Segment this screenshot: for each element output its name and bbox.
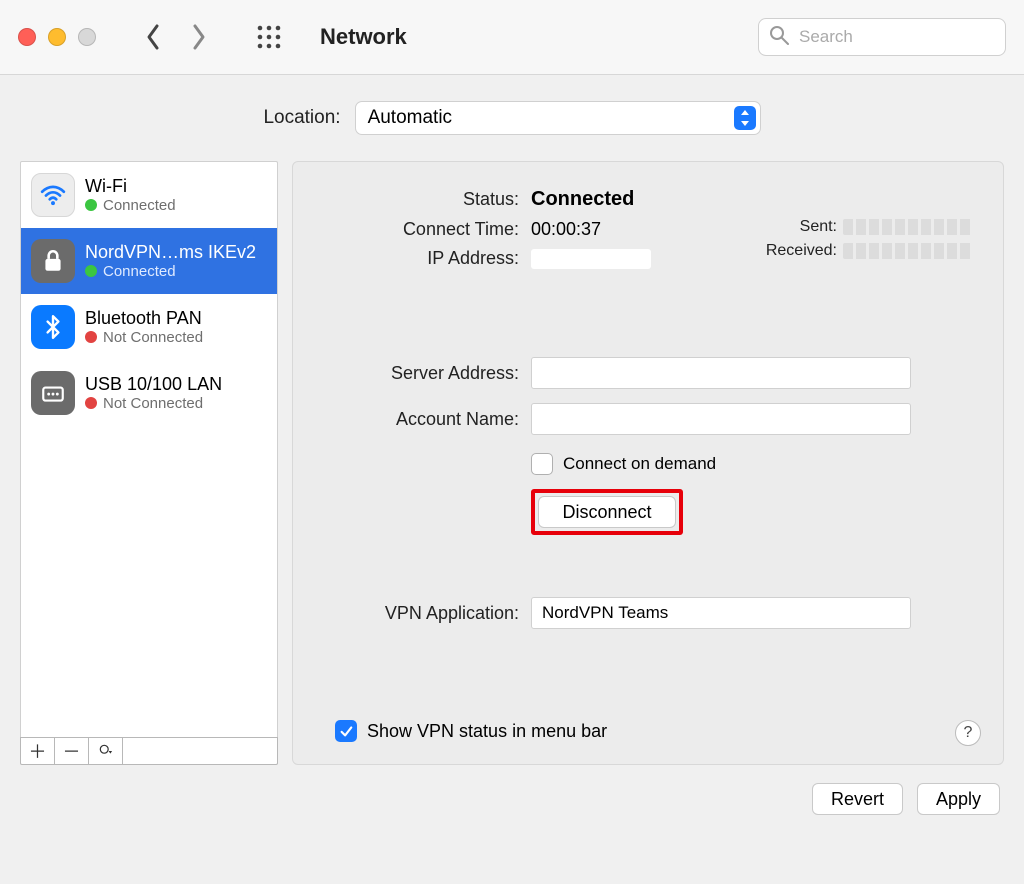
disconnect-button[interactable]: Disconnect bbox=[538, 496, 676, 528]
apply-button[interactable]: Apply bbox=[917, 783, 1000, 815]
window-title: Network bbox=[320, 24, 407, 50]
interfaces-list: Wi-Fi Connected NordVPN…ms IKEv2 Conne bbox=[20, 161, 278, 737]
location-value: Automatic bbox=[368, 107, 452, 129]
interface-name: Bluetooth PAN bbox=[85, 308, 203, 329]
ip-address-value bbox=[531, 249, 651, 269]
status-dot-icon bbox=[85, 199, 97, 211]
interface-row-bluetooth[interactable]: Bluetooth PAN Not Connected bbox=[21, 294, 277, 360]
search-field[interactable] bbox=[758, 18, 1006, 56]
interface-status: Connected bbox=[85, 263, 256, 280]
bottom-buttons: Revert Apply bbox=[0, 765, 1024, 815]
select-arrows-icon bbox=[734, 106, 756, 130]
received-bars-icon bbox=[843, 243, 973, 259]
remove-interface-button[interactable]: － bbox=[55, 738, 89, 764]
wifi-icon bbox=[31, 173, 75, 217]
bluetooth-icon bbox=[31, 305, 75, 349]
interface-status: Not Connected bbox=[85, 395, 222, 412]
back-button[interactable] bbox=[144, 23, 162, 51]
interface-row-wifi[interactable]: Wi-Fi Connected bbox=[21, 162, 277, 228]
interface-name: Wi-Fi bbox=[85, 176, 176, 197]
sent-bars-icon bbox=[843, 219, 973, 235]
interface-name: USB 10/100 LAN bbox=[85, 374, 222, 395]
connect-on-demand-label: Connect on demand bbox=[563, 454, 716, 474]
vpn-application-label: VPN Application: bbox=[323, 603, 531, 624]
window-close-button[interactable] bbox=[18, 28, 36, 46]
account-name-label: Account Name: bbox=[323, 409, 531, 430]
interface-row-vpn[interactable]: NordVPN…ms IKEv2 Connected bbox=[21, 228, 277, 294]
show-vpn-status-label: Show VPN status in menu bar bbox=[367, 721, 607, 742]
traffic-lights bbox=[18, 28, 96, 46]
show-status-row: Show VPN status in menu bar bbox=[335, 720, 607, 742]
nav-arrows bbox=[144, 23, 208, 51]
interface-name: NordVPN…ms IKEv2 bbox=[85, 242, 256, 263]
details-panel: Status: Connected Connect Time: 00:00:37… bbox=[292, 161, 1004, 765]
status-dot-icon bbox=[85, 331, 97, 343]
status-label: Status: bbox=[323, 189, 531, 210]
server-address-label: Server Address: bbox=[323, 363, 531, 384]
location-label: Location: bbox=[263, 107, 340, 129]
window-minimize-button[interactable] bbox=[48, 28, 66, 46]
revert-button[interactable]: Revert bbox=[812, 783, 903, 815]
sidebar-toolbar: ＋ － bbox=[20, 737, 278, 765]
show-all-icon[interactable] bbox=[256, 24, 282, 50]
connect-on-demand-checkbox[interactable] bbox=[531, 453, 553, 475]
lock-icon bbox=[31, 239, 75, 283]
interfaces-sidebar: Wi-Fi Connected NordVPN…ms IKEv2 Conne bbox=[20, 161, 278, 765]
search-input[interactable] bbox=[797, 26, 995, 48]
interface-status: Connected bbox=[85, 197, 176, 214]
traffic-stats: Sent: Received: bbox=[766, 218, 973, 260]
window-zoom-button[interactable] bbox=[78, 28, 96, 46]
status-dot-icon bbox=[85, 397, 97, 409]
status-value: Connected bbox=[531, 188, 634, 211]
help-button[interactable]: ? bbox=[955, 720, 981, 746]
received-label: Received: bbox=[766, 242, 837, 260]
vpn-application-field[interactable]: NordVPN Teams bbox=[531, 597, 911, 629]
add-interface-button[interactable]: ＋ bbox=[21, 738, 55, 764]
interface-status: Not Connected bbox=[85, 329, 203, 346]
location-select[interactable]: Automatic bbox=[355, 101, 761, 135]
disconnect-highlight: Disconnect bbox=[531, 489, 683, 535]
connect-time-label: Connect Time: bbox=[323, 219, 531, 240]
interface-row-ethernet[interactable]: USB 10/100 LAN Not Connected bbox=[21, 360, 277, 426]
server-address-field[interactable] bbox=[531, 357, 911, 389]
ip-address-label: IP Address: bbox=[323, 248, 531, 269]
toolbar: Network bbox=[0, 0, 1024, 75]
account-name-field[interactable] bbox=[531, 403, 911, 435]
forward-button[interactable] bbox=[190, 23, 208, 51]
interface-options-button[interactable] bbox=[89, 738, 123, 764]
show-vpn-status-checkbox[interactable] bbox=[335, 720, 357, 742]
status-dot-icon bbox=[85, 265, 97, 277]
search-icon bbox=[769, 25, 789, 50]
connect-time-value: 00:00:37 bbox=[531, 219, 601, 240]
sent-label: Sent: bbox=[800, 218, 837, 236]
location-row: Location: Automatic bbox=[0, 101, 1024, 135]
ethernet-icon bbox=[31, 371, 75, 415]
